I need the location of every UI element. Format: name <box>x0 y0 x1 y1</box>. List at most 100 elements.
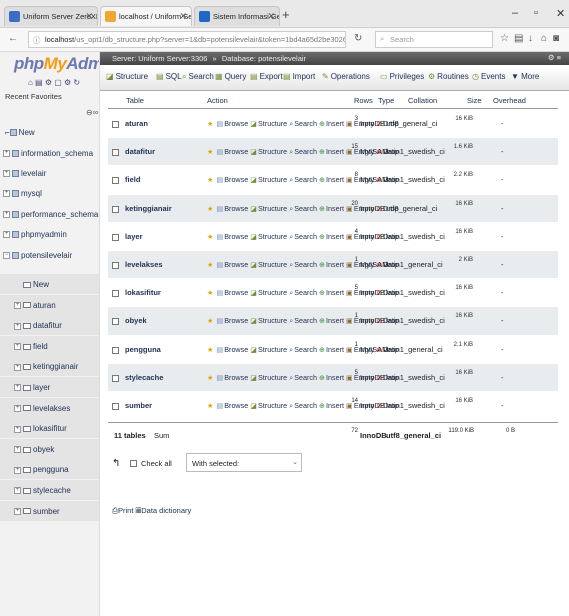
sidebar-table-datafitur[interactable]: + datafitur <box>0 315 99 336</box>
row-checkbox[interactable] <box>112 177 119 185</box>
settings-gear-icon[interactable]: ⚙ ≡ <box>548 53 561 62</box>
row-checkbox[interactable] <box>112 149 119 157</box>
new-tab-button[interactable]: + <box>282 7 290 22</box>
favorite-star-icon[interactable]: ★ <box>207 147 213 156</box>
size-value[interactable]: 16 KiB <box>443 285 473 291</box>
tab-query[interactable]: ▦ Query <box>215 72 246 81</box>
breadcrumb-server[interactable]: Server: Uniform Server:3306 <box>112 54 207 63</box>
browse-link[interactable]: Browse <box>224 316 248 325</box>
data-dictionary-link[interactable]: Data dictionary <box>141 506 191 515</box>
column-header-type[interactable]: Type <box>378 96 394 105</box>
column-header-collation[interactable]: Collation <box>408 96 437 105</box>
expand-icon[interactable]: + <box>14 343 21 351</box>
favorite-star-icon[interactable]: ★ <box>207 316 213 325</box>
sidebar-table-layer[interactable]: + layer <box>0 377 99 397</box>
column-header-table[interactable]: Table <box>126 96 144 105</box>
print-link[interactable]: Print <box>118 506 133 515</box>
table-row[interactable]: levelakses ★ ▤Browse ◪Structure ⌕Search ⊕… <box>108 251 558 280</box>
table-row[interactable]: stylecache ★ ▤Browse ◪Structure ⌕Search ⊕… <box>108 363 558 392</box>
size-value[interactable]: 16 KiB <box>443 201 473 207</box>
browse-link[interactable]: Browse <box>224 373 248 382</box>
size-value[interactable]: 16 KiB <box>443 398 473 404</box>
sidebar-table-levelakses[interactable]: + levelakses <box>0 397 99 418</box>
table-row[interactable]: datafitur ★ ▤Browse ◪Structure ⌕Search ⊕I… <box>108 138 558 167</box>
column-header-overhead[interactable]: Overhead <box>493 96 526 105</box>
expand-icon[interactable]: − <box>3 252 10 260</box>
row-checkbox[interactable] <box>112 346 119 354</box>
expand-icon[interactable]: + <box>14 384 21 392</box>
structure-link[interactable]: Structure <box>258 232 287 241</box>
expand-icon[interactable]: + <box>14 487 21 495</box>
table-row[interactable]: lokasifitur ★ ▤Browse ◪Structure ⌕Search … <box>108 279 558 308</box>
tab-sql[interactable]: ▤ SQL <box>156 72 182 81</box>
sidebar-item-phpmyadmin[interactable]: + phpmyadmin <box>0 230 99 239</box>
search-link[interactable]: Search <box>294 147 317 156</box>
table-name-link[interactable]: lokasifitur <box>125 288 161 297</box>
structure-link[interactable]: Structure <box>258 204 287 213</box>
sidebar-item-mysql[interactable]: + mysql <box>0 189 99 198</box>
table-name-link[interactable]: datafitur <box>125 147 155 156</box>
search-link[interactable]: Search <box>294 401 317 410</box>
search-link[interactable]: Search <box>294 373 317 382</box>
column-header-rows[interactable]: Rows <box>354 96 373 105</box>
expand-icon[interactable]: + <box>3 211 10 219</box>
table-row[interactable]: pengguna ★ ▤Browse ◪Structure ⌕Search ⊕In… <box>108 335 558 364</box>
table-name-link[interactable]: stylecache <box>125 373 163 382</box>
expand-icon[interactable]: + <box>14 507 21 515</box>
pocket-icon[interactable]: ◙ <box>553 33 559 44</box>
table-row[interactable]: aturan ★ ▤Browse ◪Structure ⌕Search ⊕Inse… <box>108 110 558 139</box>
table-row[interactable]: obyek ★ ▤Browse ◪Structure ⌕Search ⊕Inser… <box>108 307 558 336</box>
search-link[interactable]: Search <box>294 119 317 128</box>
info-icon[interactable]: ⓘ <box>33 35 40 46</box>
structure-link[interactable]: Structure <box>258 345 287 354</box>
tab-search[interactable]: ⌕ Search <box>182 72 214 82</box>
close-icon[interactable]: ✕ <box>179 11 187 22</box>
row-checkbox[interactable] <box>112 374 119 382</box>
expand-icon[interactable]: + <box>3 231 10 239</box>
close-icon[interactable]: ✕ <box>267 11 275 22</box>
row-checkbox[interactable] <box>112 121 119 128</box>
browse-link[interactable]: Browse <box>224 260 248 269</box>
breadcrumb-database[interactable]: Database: potensilevelair <box>222 54 306 63</box>
size-value[interactable]: 16 KiB <box>443 370 473 376</box>
table-row[interactable]: layer ★ ▤Browse ◪Structure ⌕Search ⊕Inser… <box>108 222 558 251</box>
sidebar-table-sumber[interactable]: + sumber <box>0 500 99 521</box>
sidebar-table-aturan[interactable]: + aturan <box>0 294 99 315</box>
search-link[interactable]: Search <box>294 260 317 269</box>
size-value[interactable]: 16 KiB <box>443 116 473 122</box>
sidebar-item-New[interactable]: ⌐ New <box>0 128 99 137</box>
table-name-link[interactable]: aturan <box>125 119 148 128</box>
back-icon[interactable]: ← <box>8 33 18 44</box>
expand-icon[interactable]: + <box>14 404 21 412</box>
recent-favorites-tabs[interactable]: Recent Favorites <box>5 92 62 101</box>
expand-icon[interactable]: + <box>14 301 21 309</box>
row-checkbox[interactable] <box>112 205 119 213</box>
expand-icon[interactable]: + <box>14 425 21 433</box>
sidebar-table-New[interactable]: New <box>0 274 99 294</box>
address-bar[interactable]: ⓘ localhost/us_opt1/db_structure.php?ser… <box>28 31 346 48</box>
sidebar-item-levelair[interactable]: + levelair <box>0 169 99 178</box>
row-checkbox[interactable] <box>112 233 119 241</box>
favorite-star-icon[interactable]: ★ <box>207 345 213 354</box>
table-name-link[interactable]: sumber <box>125 401 152 410</box>
home-icon[interactable]: ⌂ <box>541 33 547 44</box>
sidebar-item-performance-schema[interactable]: + performance_schema <box>0 210 99 219</box>
expand-icon[interactable]: + <box>14 466 21 474</box>
structure-link[interactable]: Structure <box>258 147 287 156</box>
sidebar-item-information-schema[interactable]: + information_schema <box>0 149 99 158</box>
search-link[interactable]: Search <box>294 232 317 241</box>
sidebar-table-pengguna[interactable]: + pengguna <box>0 459 99 480</box>
favorite-star-icon[interactable]: ★ <box>207 288 213 297</box>
reading-list-icon[interactable]: ▤ <box>514 33 523 44</box>
search-link[interactable]: Search <box>294 316 317 325</box>
sidebar-item-potensilevelair[interactable]: − potensilevelair <box>0 251 99 260</box>
browser-search-field[interactable]: ⌕ Search <box>375 31 493 48</box>
browser-tab-phpmyadmin[interactable]: localhost / Uniform Server / ✕ <box>100 6 192 26</box>
tab-structure[interactable]: ◪ Structure <box>106 72 148 81</box>
browse-link[interactable]: Browse <box>224 119 248 128</box>
collapse-link-icon[interactable]: ⊖∞ <box>86 108 98 117</box>
close-window-icon[interactable]: ✕ <box>556 7 565 20</box>
nav-quick-icons[interactable]: ⌂ ▤ ⚙ ▢ ⚙ ↻ <box>28 78 80 87</box>
browse-link[interactable]: Browse <box>224 175 248 184</box>
tab-import[interactable]: ▤ Import <box>283 72 315 81</box>
